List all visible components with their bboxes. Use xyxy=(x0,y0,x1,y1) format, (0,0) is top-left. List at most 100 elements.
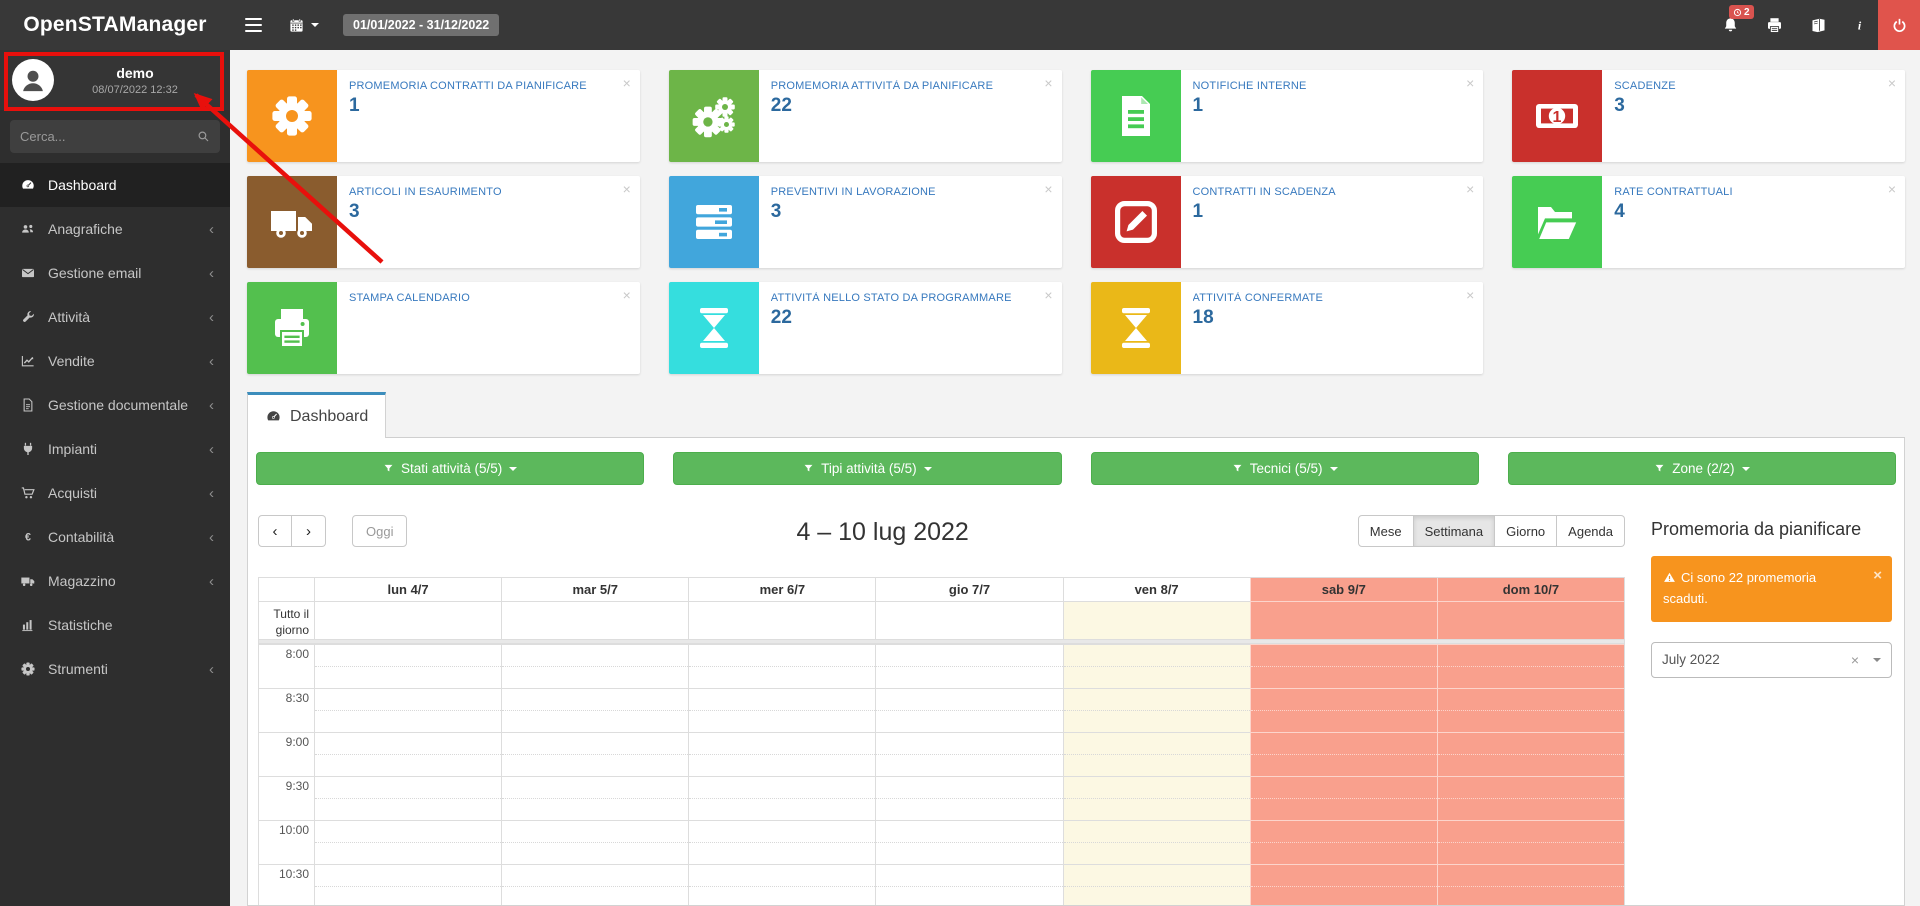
time-slot-gio-7-7-9-00[interactable] xyxy=(875,732,1062,776)
summary-card-scadenze[interactable]: 1SCADENZE3× xyxy=(1512,70,1905,162)
time-slot-sab-9-7-9-00[interactable] xyxy=(1250,732,1437,776)
time-slot-mer-6-7-8-00[interactable] xyxy=(688,644,875,688)
manual-button[interactable] xyxy=(1796,0,1840,50)
sidebar-item-acquisti[interactable]: Acquisti‹ xyxy=(0,471,230,515)
all-day-cell-mer-6-7[interactable] xyxy=(688,601,875,639)
sidebar-item-anagrafiche[interactable]: Anagrafiche‹ xyxy=(0,207,230,251)
all-day-cell-lun-4-7[interactable] xyxy=(314,601,501,639)
close-icon[interactable]: × xyxy=(1044,75,1052,91)
time-slot-sab-9-7-10-30[interactable] xyxy=(1250,864,1437,906)
select-clear-icon[interactable]: × xyxy=(1851,652,1859,668)
sidebar-item-gestione-email[interactable]: Gestione email‹ xyxy=(0,251,230,295)
time-slot-sab-9-7-10-00[interactable] xyxy=(1250,820,1437,864)
filter-button-stati-attivit-5-5[interactable]: Stati attività (5/5) xyxy=(256,452,644,485)
all-day-cell-dom-10-7[interactable] xyxy=(1437,601,1624,639)
sidebar-item-impianti[interactable]: Impianti‹ xyxy=(0,427,230,471)
time-slot-mer-6-7-8-30[interactable] xyxy=(688,688,875,732)
time-slot-dom-10-7-8-00[interactable] xyxy=(1437,644,1624,688)
sidebar-item-dashboard[interactable]: Dashboard xyxy=(0,163,230,207)
time-slot-mar-5-7-9-00[interactable] xyxy=(501,732,688,776)
summary-card-preventivi-in-lavorazione[interactable]: PREVENTIVI IN LAVORAZIONE3× xyxy=(669,176,1062,268)
notifications-button[interactable]: 2 xyxy=(1708,0,1752,50)
time-slot-ven-8-7-8-30[interactable] xyxy=(1063,688,1250,732)
time-slot-mer-6-7-10-30[interactable] xyxy=(688,864,875,906)
summary-card-promemoria-attivit-da-pianificare[interactable]: PROMEMORIA ATTIVITÀ DA PIANIFICARE22× xyxy=(669,70,1062,162)
calendar-prev-button[interactable]: ‹ xyxy=(258,515,292,547)
time-slot-gio-7-7-10-00[interactable] xyxy=(875,820,1062,864)
time-slot-dom-10-7-8-30[interactable] xyxy=(1437,688,1624,732)
time-slot-mar-5-7-10-00[interactable] xyxy=(501,820,688,864)
time-slot-sab-9-7-8-30[interactable] xyxy=(1250,688,1437,732)
filter-button-tipi-attivit-5-5[interactable]: Tipi attività (5/5) xyxy=(673,452,1061,485)
time-slot-mer-6-7-9-30[interactable] xyxy=(688,776,875,820)
sidebar-item-vendite[interactable]: Vendite‹ xyxy=(0,339,230,383)
time-slot-gio-7-7-8-00[interactable] xyxy=(875,644,1062,688)
close-icon[interactable]: × xyxy=(1888,181,1896,197)
close-icon[interactable]: × xyxy=(623,181,631,197)
time-slot-mar-5-7-8-00[interactable] xyxy=(501,644,688,688)
close-icon[interactable]: × xyxy=(623,287,631,303)
sidebar-item-contabilit[interactable]: €Contabilità‹ xyxy=(0,515,230,559)
time-slot-sab-9-7-9-30[interactable] xyxy=(1250,776,1437,820)
time-slot-dom-10-7-10-00[interactable] xyxy=(1437,820,1624,864)
sidebar-toggle-button[interactable] xyxy=(230,0,276,50)
sidebar-item-gestione-documentale[interactable]: Gestione documentale‹ xyxy=(0,383,230,427)
time-slot-mar-5-7-10-30[interactable] xyxy=(501,864,688,906)
time-slot-ven-8-7-10-30[interactable] xyxy=(1063,864,1250,906)
time-slot-ven-8-7-10-00[interactable] xyxy=(1063,820,1250,864)
close-icon[interactable]: × xyxy=(623,75,631,91)
view-button-giorno[interactable]: Giorno xyxy=(1495,515,1557,547)
all-day-cell-gio-7-7[interactable] xyxy=(875,601,1062,639)
filter-button-zone-2-2[interactable]: Zone (2/2) xyxy=(1508,452,1896,485)
print-button[interactable] xyxy=(1752,0,1796,50)
view-button-settimana[interactable]: Settimana xyxy=(1414,515,1496,547)
sidebar-item-strumenti[interactable]: Strumenti‹ xyxy=(0,647,230,691)
filter-button-tecnici-5-5[interactable]: Tecnici (5/5) xyxy=(1091,452,1479,485)
sidebar-item-attivit[interactable]: Attività‹ xyxy=(0,295,230,339)
time-slot-ven-8-7-8-00[interactable] xyxy=(1063,644,1250,688)
time-slot-lun-4-7-10-30[interactable] xyxy=(314,864,501,906)
calendar-next-button[interactable]: › xyxy=(292,515,326,547)
time-slot-ven-8-7-9-00[interactable] xyxy=(1063,732,1250,776)
info-button[interactable]: i xyxy=(1840,0,1878,50)
time-slot-dom-10-7-9-00[interactable] xyxy=(1437,732,1624,776)
time-slot-gio-7-7-9-30[interactable] xyxy=(875,776,1062,820)
view-button-agenda[interactable]: Agenda xyxy=(1557,515,1625,547)
all-day-cell-mar-5-7[interactable] xyxy=(501,601,688,639)
time-slot-mar-5-7-8-30[interactable] xyxy=(501,688,688,732)
sidebar-item-magazzino[interactable]: Magazzino‹ xyxy=(0,559,230,603)
summary-card-attivit-nello-stato-da-programmare[interactable]: ATTIVITÀ NELLO STATO DA PROGRAMMARE22× xyxy=(669,282,1062,374)
date-range-badge[interactable]: 01/01/2022 - 31/12/2022 xyxy=(343,14,499,36)
close-icon[interactable]: × xyxy=(1044,287,1052,303)
time-slot-lun-4-7-8-30[interactable] xyxy=(314,688,501,732)
time-slot-gio-7-7-8-30[interactable] xyxy=(875,688,1062,732)
month-select[interactable]: July 2022 × xyxy=(1651,642,1892,678)
search-icon[interactable] xyxy=(196,129,211,144)
all-day-cell-sab-9-7[interactable] xyxy=(1250,601,1437,639)
time-slot-lun-4-7-10-00[interactable] xyxy=(314,820,501,864)
calendar-today-button[interactable]: Oggi xyxy=(352,515,407,547)
view-button-mese[interactable]: Mese xyxy=(1358,515,1414,547)
summary-card-contratti-in-scadenza[interactable]: CONTRATTI IN SCADENZA1× xyxy=(1091,176,1484,268)
summary-card-rate-contrattuali[interactable]: RATE CONTRATTUALI4× xyxy=(1512,176,1905,268)
user-panel[interactable]: demo 08/07/2022 12:32 xyxy=(0,50,230,110)
time-slot-lun-4-7-8-00[interactable] xyxy=(314,644,501,688)
logout-button[interactable] xyxy=(1878,0,1920,50)
time-slot-mer-6-7-10-00[interactable] xyxy=(688,820,875,864)
time-slot-mar-5-7-9-30[interactable] xyxy=(501,776,688,820)
time-slot-mer-6-7-9-00[interactable] xyxy=(688,732,875,776)
summary-card-articoli-in-esaurimento[interactable]: ARTICOLI IN ESAURIMENTO3× xyxy=(247,176,640,268)
summary-card-stampa-calendario[interactable]: STAMPA CALENDARIO× xyxy=(247,282,640,374)
time-slot-lun-4-7-9-00[interactable] xyxy=(314,732,501,776)
all-day-cell-ven-8-7[interactable] xyxy=(1063,601,1250,639)
summary-card-attivit-confermate[interactable]: ATTIVITÀ CONFERMATE18× xyxy=(1091,282,1484,374)
alert-close-icon[interactable]: × xyxy=(1873,564,1882,588)
summary-card-notifiche-interne[interactable]: NOTIFICHE INTERNE1× xyxy=(1091,70,1484,162)
close-icon[interactable]: × xyxy=(1888,75,1896,91)
time-slot-gio-7-7-10-30[interactable] xyxy=(875,864,1062,906)
tab-dashboard[interactable]: Dashboard xyxy=(247,392,386,438)
time-slot-lun-4-7-9-30[interactable] xyxy=(314,776,501,820)
time-slot-dom-10-7-10-30[interactable] xyxy=(1437,864,1624,906)
close-icon[interactable]: × xyxy=(1466,75,1474,91)
time-slot-sab-9-7-8-00[interactable] xyxy=(1250,644,1437,688)
